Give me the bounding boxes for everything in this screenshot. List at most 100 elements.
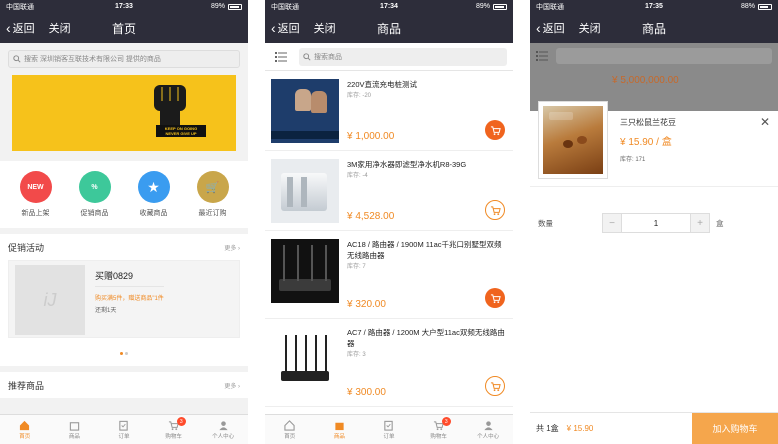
product-price: ¥ 1,000.00 bbox=[347, 131, 395, 142]
back-label: 返回 bbox=[542, 23, 565, 35]
product-name: 3M家用净水器即滤型净水机R8-39G bbox=[347, 160, 467, 169]
add-to-cart-button[interactable]: 加入购物车 bbox=[692, 413, 778, 444]
search-input[interactable]: 搜索商品 bbox=[299, 47, 507, 66]
nav-bar: ‹ 返回 关闭 首页 bbox=[0, 13, 248, 43]
sheet-footer: 共 1盒 ¥ 15.90 加入购物车 bbox=[530, 412, 778, 444]
tab-label: 购物车 bbox=[430, 433, 447, 440]
add-to-cart-button[interactable] bbox=[485, 200, 505, 220]
add-to-cart-button[interactable] bbox=[485, 376, 505, 396]
page-title: 首页 bbox=[111, 21, 136, 36]
tab-label: 首页 bbox=[284, 433, 296, 440]
tab-profile[interactable]: 个人中心 bbox=[198, 415, 248, 444]
tab-orders[interactable]: 订单 bbox=[364, 415, 414, 444]
quantity-row: 数量 − 1 + 盒 bbox=[530, 213, 778, 233]
product-price: ¥ 15.90 / 盒 bbox=[620, 137, 672, 148]
category-list-icon[interactable] bbox=[271, 47, 291, 67]
star-icon: ★ bbox=[137, 171, 170, 203]
tab-home[interactable]: 首页 bbox=[265, 415, 315, 444]
promo-name: 买赠0829 bbox=[95, 271, 134, 281]
tab-bar: 首页 商品 订单 购物车 3 个人中心 bbox=[265, 414, 513, 444]
cart-icon bbox=[490, 205, 501, 215]
battery-icon bbox=[758, 3, 772, 10]
back-button[interactable]: ‹ 返回 bbox=[0, 20, 35, 36]
back-label: 返回 bbox=[12, 23, 35, 35]
back-button[interactable]: ‹ 返回 bbox=[530, 20, 565, 36]
product-stock: 库存: 171 bbox=[620, 157, 646, 163]
total-amount: ¥ 15.90 bbox=[566, 424, 594, 433]
product-image bbox=[271, 327, 339, 391]
tab-orders[interactable]: 订单 bbox=[99, 415, 149, 444]
close-button[interactable]: 关闭 bbox=[314, 20, 336, 36]
back-button[interactable]: ‹ 返回 bbox=[265, 20, 300, 36]
increment-button[interactable]: + bbox=[691, 214, 709, 232]
product-stock: 库存: 3 bbox=[347, 352, 366, 358]
chevron-left-icon: ‹ bbox=[6, 20, 11, 36]
tab-cart[interactable]: 购物车 3 bbox=[149, 415, 199, 444]
product-image bbox=[271, 239, 339, 303]
add-to-cart-button[interactable] bbox=[485, 288, 505, 308]
close-button[interactable]: 关闭 bbox=[49, 20, 71, 36]
section-title: 推荐商品 bbox=[8, 380, 45, 391]
background-price: ¥ 5,000,000.00 bbox=[612, 74, 679, 86]
add-to-cart-button[interactable] bbox=[485, 120, 505, 140]
product-row[interactable]: AC7 / 路由器 / 1200M 大户型11ac双频无线路由器库存: 3 ¥ 3… bbox=[265, 319, 513, 407]
cart-icon bbox=[490, 293, 501, 303]
quantity-input[interactable]: 1 bbox=[621, 214, 691, 232]
quick-link-recent[interactable]: 🛒 最近订购 bbox=[196, 171, 229, 218]
promo-banner[interactable]: KEEP ON GOING NEVER GIVE UP bbox=[12, 75, 236, 151]
decrement-button[interactable]: − bbox=[603, 214, 621, 232]
motto-line-2: NEVER GIVE UP bbox=[165, 131, 197, 136]
bag-icon bbox=[335, 422, 344, 430]
close-icon[interactable]: ✕ bbox=[760, 115, 770, 129]
product-list: 220V直流充电桩测试 库存: -20 ¥ 1,000.00 3M家用净水器即滤型净… bbox=[265, 71, 513, 407]
chevron-left-icon: ‹ bbox=[536, 20, 541, 36]
search-icon bbox=[13, 55, 21, 63]
product-name: AC7 / 路由器 / 1200M 大户型11ac双频无线路由器 bbox=[347, 328, 505, 348]
chevron-left-icon: ‹ bbox=[271, 20, 276, 36]
tab-home[interactable]: 首页 bbox=[0, 415, 50, 444]
more-link[interactable]: 更多 › bbox=[224, 243, 240, 252]
cart-badge: 3 bbox=[176, 417, 186, 426]
clock: 17:34 bbox=[380, 3, 398, 10]
quick-link-new[interactable]: NEW 新品上架 bbox=[19, 171, 52, 218]
more-label: 更多 bbox=[224, 245, 237, 252]
tab-products[interactable]: 商品 bbox=[315, 415, 365, 444]
add-to-cart-sheet: 三只松鼠兰花豆 ¥ 15.90 / 盒 库存: 171 ✕ 数量 − 1 + 盒… bbox=[530, 101, 778, 444]
product-image bbox=[271, 159, 339, 223]
product-row[interactable]: 3M家用净水器即滤型净水机R8-39G 库存: -4 ¥ 4,528.00 bbox=[265, 151, 513, 231]
image-placeholder: iJ bbox=[15, 265, 85, 335]
tab-label: 个人中心 bbox=[212, 433, 235, 440]
product-image bbox=[538, 101, 608, 179]
search-icon bbox=[303, 52, 311, 61]
search-row: 搜索商品 bbox=[265, 43, 513, 71]
product-stock: 库存: -4 bbox=[347, 173, 368, 179]
more-link[interactable]: 更多 › bbox=[224, 381, 240, 390]
product-row[interactable]: 220V直流充电桩测试 库存: -20 ¥ 1,000.00 bbox=[265, 71, 513, 151]
tab-products[interactable]: 商品 bbox=[50, 415, 100, 444]
more-label: 更多 bbox=[224, 383, 237, 390]
close-button[interactable]: 关闭 bbox=[579, 20, 601, 36]
quick-link-favorites[interactable]: ★ 收藏商品 bbox=[137, 171, 170, 218]
tab-label: 订单 bbox=[118, 433, 130, 440]
cart-icon bbox=[490, 381, 501, 391]
tab-profile[interactable]: 个人中心 bbox=[463, 415, 513, 444]
tab-cart[interactable]: 购物车 3 bbox=[414, 415, 464, 444]
product-stock: 库存: 7 bbox=[347, 264, 366, 270]
promo-card[interactable]: iJ 买赠0829 购买满5件，赠送商品"1件 还剩1天 bbox=[8, 260, 240, 338]
quick-link-label: 最近订购 bbox=[198, 210, 227, 217]
product-name: 220V直流充电桩测试 bbox=[347, 80, 418, 89]
product-image bbox=[271, 79, 339, 143]
product-name: AC18 / 路由器 / 1900M 11ac千兆口别墅型双频无线路由器 bbox=[347, 240, 502, 260]
quick-link-label: 新品上架 bbox=[21, 210, 50, 217]
search-input[interactable]: 搜索 深圳销客互联技术有限公司 提供的商品 bbox=[8, 50, 240, 68]
tab-label: 购物车 bbox=[165, 433, 182, 440]
quick-link-label: 收藏商品 bbox=[139, 210, 168, 217]
add-to-cart-screen: 中国联通 17:35 88% ‹ 返回 关闭 商品 ¥ 5,000,000.00 … bbox=[530, 0, 778, 444]
nav-bar: ‹ 返回 关闭 商品 bbox=[530, 13, 778, 43]
product-row[interactable]: AC18 / 路由器 / 1900M 11ac千兆口别墅型双频无线路由器库存: … bbox=[265, 231, 513, 319]
page-title: 商品 bbox=[376, 21, 401, 36]
quick-link-promo[interactable]: % 促销商品 bbox=[78, 171, 111, 218]
product-price: ¥ 300.00 bbox=[347, 387, 386, 398]
products-screen: 中国联通 17:34 89% ‹ 返回 关闭 商品 搜索商品 220V直流充电桩测… bbox=[265, 0, 513, 444]
new-icon: NEW bbox=[19, 171, 52, 203]
